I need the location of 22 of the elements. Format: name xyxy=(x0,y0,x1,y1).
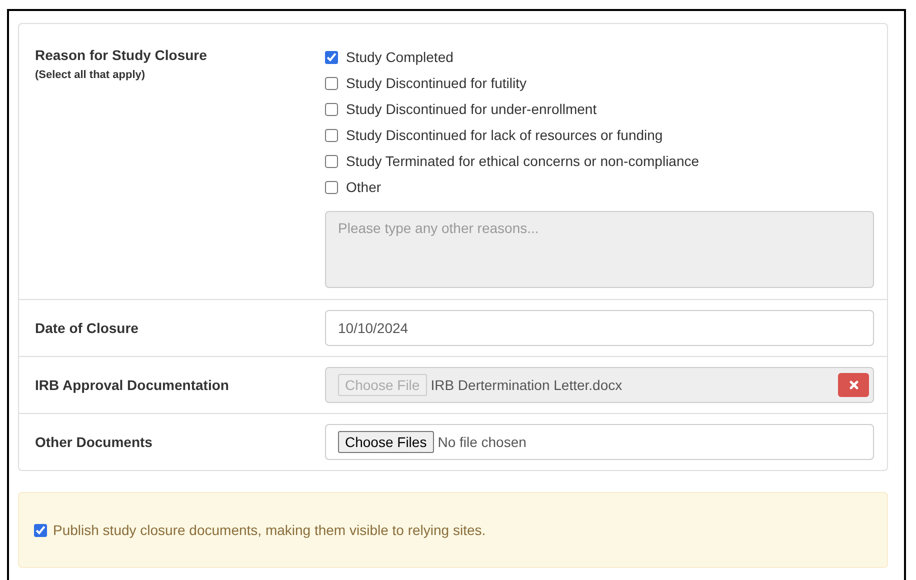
checkbox[interactable] xyxy=(325,76,338,90)
field-label: Reason for Study Closure xyxy=(35,47,208,63)
checkbox[interactable] xyxy=(325,180,338,194)
checkbox[interactable] xyxy=(325,128,338,142)
field-label: Other Documents xyxy=(35,434,154,450)
field-label: Date of Closure xyxy=(35,320,140,336)
checkbox-label[interactable]: Other xyxy=(346,179,382,195)
checkbox-label[interactable]: Publish study closure documents, making them visible to relying sites. xyxy=(53,522,486,538)
checkbox-label[interactable]: Study Discontinued for lack of resources or funding xyxy=(346,127,663,143)
checkbox[interactable] xyxy=(34,524,47,536)
field-hint: (Select all that apply) xyxy=(35,69,146,81)
checkbox-label[interactable]: Study Discontinued for under-enrollment xyxy=(346,101,597,117)
file-input[interactable]: Choose Files No file chosen xyxy=(325,424,874,460)
checkbox[interactable] xyxy=(325,154,338,168)
field-label: IRB Approval Documentation xyxy=(35,377,230,393)
checkbox-label[interactable]: Study Discontinued for futility xyxy=(346,75,527,91)
checkbox[interactable] xyxy=(325,50,338,64)
checkbox-label[interactable]: Study Terminated for ethical concerns or non-compliance xyxy=(346,153,700,169)
date-field[interactable]: 10/10/2024 xyxy=(325,310,874,346)
close-icon xyxy=(848,380,858,390)
checkbox-label[interactable]: Study Completed xyxy=(346,49,454,65)
checkbox[interactable] xyxy=(325,102,338,116)
